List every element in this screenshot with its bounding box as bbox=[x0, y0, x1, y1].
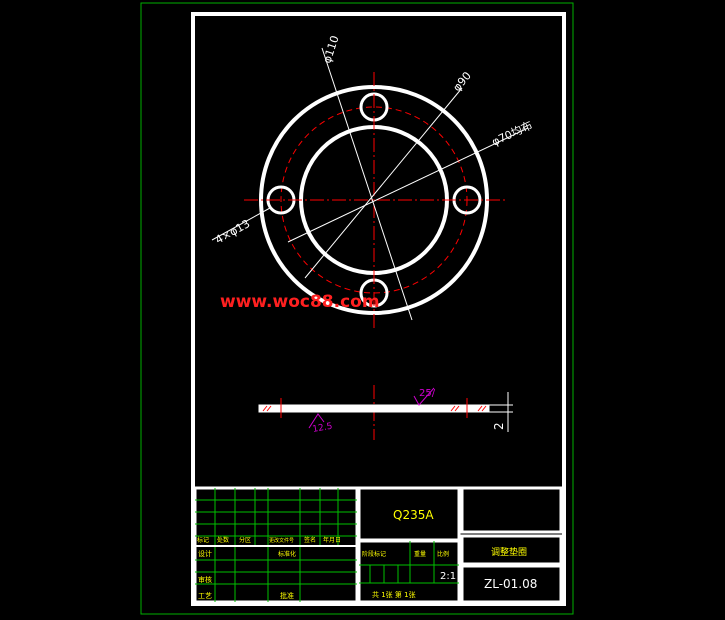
sign-label-review: 审核 bbox=[198, 575, 212, 584]
side-view: 2 25/ 12.5 bbox=[258, 385, 513, 440]
dim-outer-text: φ90 bbox=[450, 69, 474, 94]
drawing-number-text: ZL-01.08 bbox=[484, 577, 537, 591]
dim-bore-text: φ110 bbox=[320, 34, 341, 65]
finish-bottom-text: 12.5 bbox=[312, 422, 333, 435]
dim-thickness-text: 2 bbox=[492, 422, 506, 430]
part-name-text: 调整垫圈 bbox=[491, 546, 527, 558]
finish-top-text: 25/ bbox=[419, 388, 436, 399]
dim-holes-text: 4×φ13 bbox=[213, 217, 252, 247]
dim-bolt-circle-text: φ70均布 bbox=[490, 119, 535, 149]
rev-header-5: 年月日 bbox=[323, 536, 341, 544]
sign-label-process: 工艺 bbox=[198, 592, 212, 600]
sign-label-approve: 批准 bbox=[280, 591, 294, 600]
sign-label-standard: 标准化 bbox=[278, 550, 296, 558]
rev-header-2: 分区 bbox=[239, 536, 251, 544]
stage-label-0: 阶段标记 bbox=[362, 550, 386, 558]
material-text: Q235A bbox=[393, 508, 434, 522]
title-block: 标记 处数 分区 更改文件号 签名 年月日 设计 审核 工艺 标准化 批准 Q2… bbox=[193, 486, 563, 604]
scale-value: 2:1 bbox=[440, 571, 456, 582]
watermark-text: www.woc88.com bbox=[220, 292, 380, 312]
cad-drawing-canvas: φ110 φ90 φ70均布 4×φ13 www.woc88.com 2 25/… bbox=[140, 2, 574, 615]
rev-header-4: 签名 bbox=[304, 536, 316, 544]
rev-header-3: 更改文件号 bbox=[269, 537, 294, 544]
sheet-info: 共 1张 第 1张 bbox=[372, 590, 416, 599]
rev-header-1: 处数 bbox=[217, 536, 229, 544]
stage-label-1: 重量 bbox=[414, 550, 426, 558]
company-box bbox=[460, 486, 563, 534]
top-view: φ110 φ90 φ70均布 4×φ13 bbox=[211, 34, 535, 330]
rev-header-0: 标记 bbox=[197, 536, 209, 544]
sign-label-design: 设计 bbox=[198, 549, 212, 558]
stage-label-2: 比例 bbox=[437, 550, 449, 558]
